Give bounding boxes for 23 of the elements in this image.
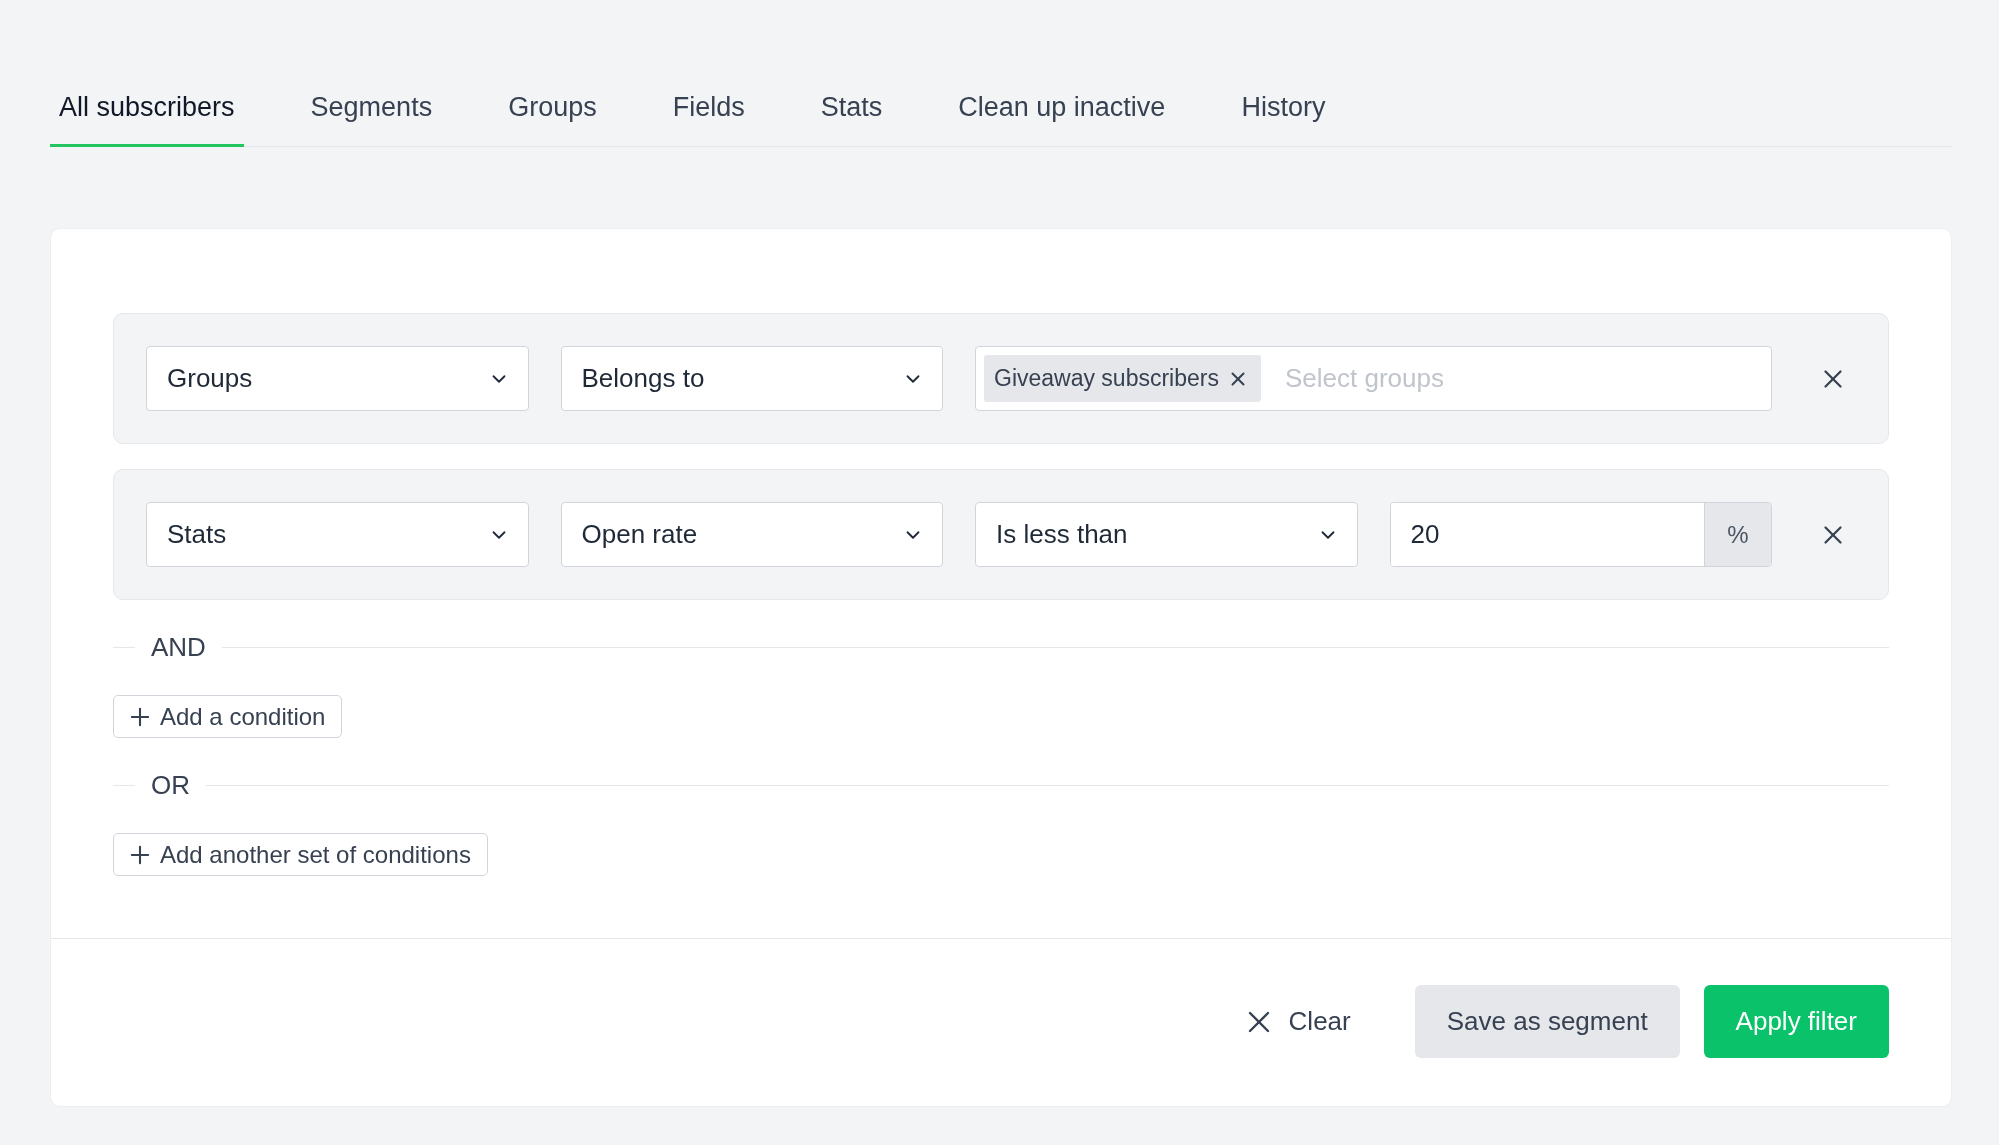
dropdown-field[interactable]: Open rate (560, 502, 943, 567)
add-set-button[interactable]: Add another set of conditions (113, 833, 488, 876)
save-button[interactable]: Save as segment (1414, 985, 1680, 1058)
tag-chip: Giveaway subscribers (984, 355, 1261, 402)
tab[interactable]: Segments (301, 70, 442, 147)
tab[interactable]: All subscribers (50, 70, 244, 147)
dropdown-field[interactable]: Is less than (975, 502, 1358, 567)
tab[interactable]: Fields (663, 70, 754, 147)
tab[interactable]: Clean up inactive (949, 70, 1175, 147)
tab[interactable]: Groups (499, 70, 606, 147)
and-label: AND (151, 632, 206, 663)
tab[interactable]: History (1232, 70, 1335, 147)
groups-search-input[interactable]: Select groups (1282, 362, 1763, 395)
add-condition-button[interactable]: Add a condition (113, 695, 343, 738)
tag-select-field[interactable]: Giveaway subscribers Select groups (975, 346, 1772, 411)
number-field[interactable]: 20 % (1389, 502, 1772, 567)
dropdown-field[interactable]: Belongs to (560, 346, 943, 411)
unit-addon: % (1704, 503, 1771, 566)
or-label: OR (151, 770, 190, 801)
tab[interactable]: Stats (811, 70, 892, 147)
clear-button[interactable]: Clear (1220, 985, 1371, 1058)
dropdown-field[interactable]: Stats (146, 502, 529, 567)
dropdown-field[interactable]: Groups (146, 346, 529, 411)
